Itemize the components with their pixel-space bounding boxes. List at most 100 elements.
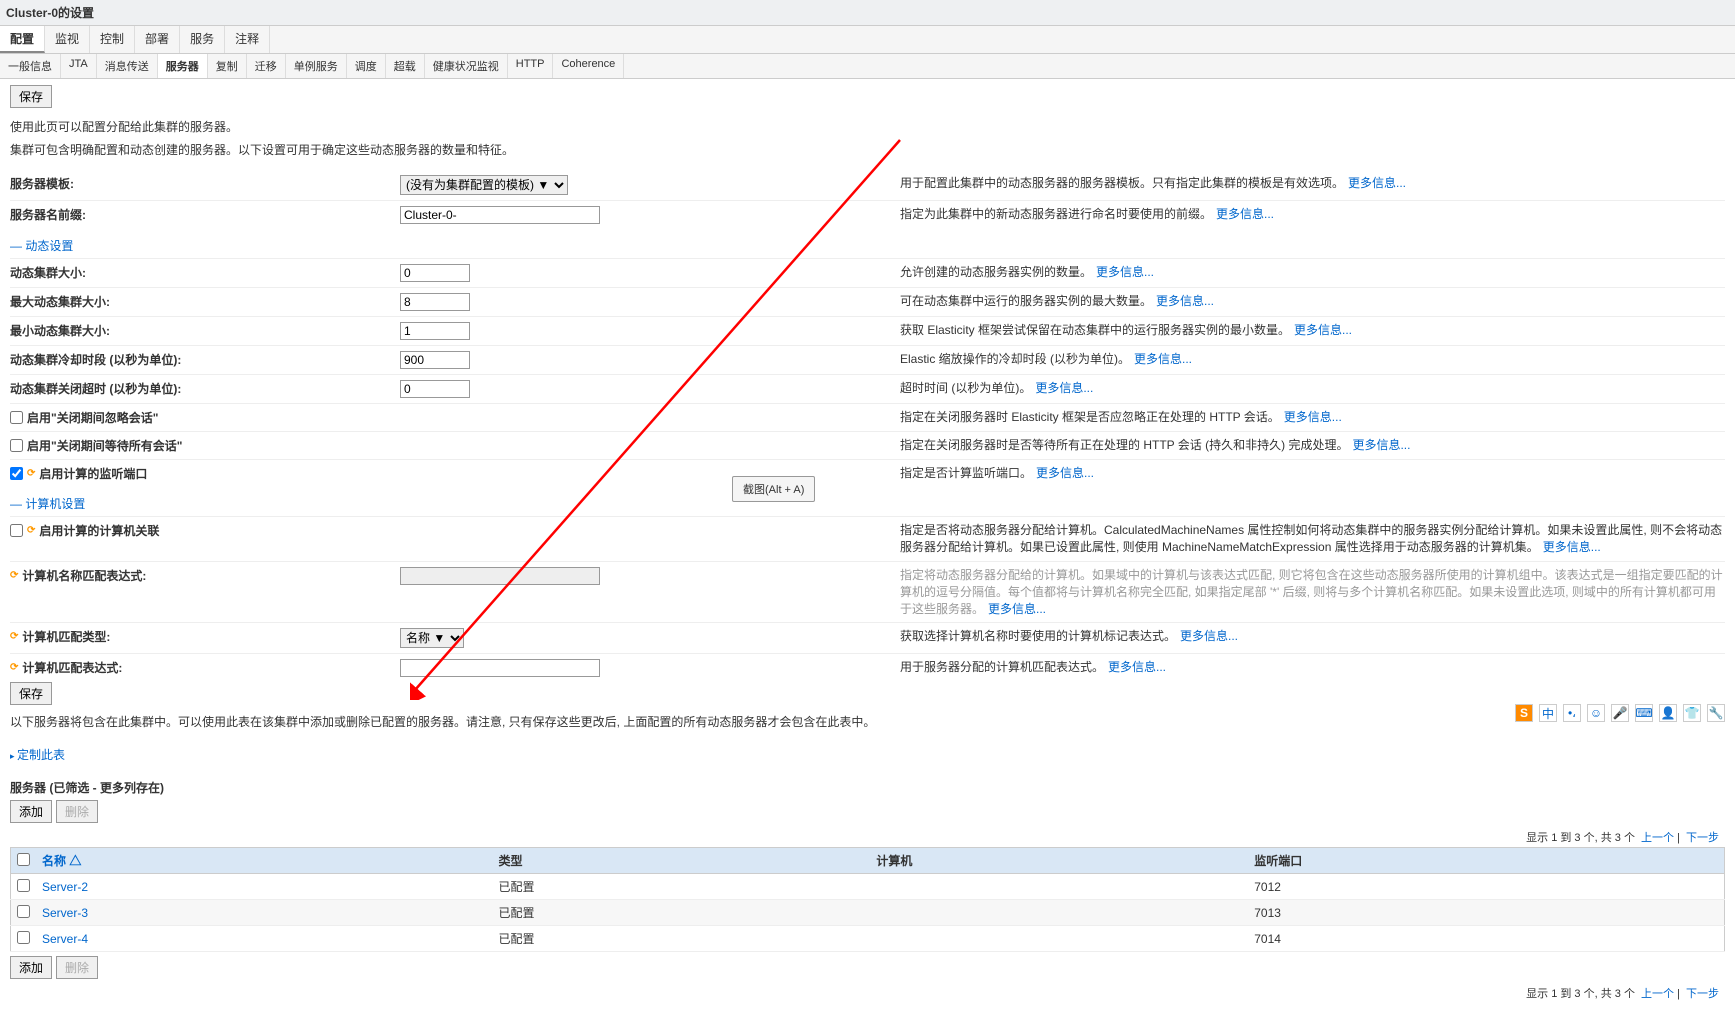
pager-prev[interactable]: 上一个 bbox=[1641, 832, 1674, 844]
note-text: 以下服务器将包含在此集群中。可以使用此表在该集群中添加或删除已配置的服务器。请注… bbox=[10, 713, 1725, 730]
intro-text: 使用此页可以配置分配给此集群的服务器。 集群可包含明确配置和动态创建的服务器。以… bbox=[10, 118, 1725, 160]
servers-table: 名称 △ 类型 计算机 监听端口 Server-2 已配置 7012 Serve… bbox=[10, 847, 1725, 952]
restart-icon: ⟳ bbox=[27, 468, 35, 479]
label-wait-all-sessions: 启用"关闭期间等待所有会话" bbox=[10, 437, 400, 454]
row-checkbox[interactable] bbox=[17, 879, 30, 892]
tab-monitor[interactable]: 监视 bbox=[45, 26, 90, 53]
dyn-max-input[interactable] bbox=[400, 293, 470, 311]
more-link[interactable]: 更多信息... bbox=[1352, 438, 1410, 452]
more-link[interactable]: 更多信息... bbox=[1543, 540, 1601, 554]
more-link[interactable]: 更多信息... bbox=[1216, 207, 1274, 221]
more-link[interactable]: 更多信息... bbox=[1284, 410, 1342, 424]
match-type-select[interactable]: 名称 ▼ bbox=[400, 628, 464, 648]
sub-tabs: 一般信息 JTA 消息传送 服务器 复制 迁移 单例服务 调度 超载 健康状况监… bbox=[0, 54, 1735, 79]
pager-prev[interactable]: 上一个 bbox=[1641, 988, 1674, 1000]
subtab-http[interactable]: HTTP bbox=[508, 54, 554, 78]
subtab-migration[interactable]: 迁移 bbox=[247, 54, 286, 78]
main-tabs: 配置 监视 控制 部署 服务 注释 bbox=[0, 26, 1735, 54]
subtab-replication[interactable]: 复制 bbox=[208, 54, 247, 78]
more-link[interactable]: 更多信息... bbox=[1156, 294, 1214, 308]
tab-services[interactable]: 服务 bbox=[180, 26, 225, 53]
comp-assoc-checkbox[interactable] bbox=[10, 524, 23, 537]
dyn-timeout-input[interactable] bbox=[400, 380, 470, 398]
more-link[interactable]: 更多信息... bbox=[1108, 660, 1166, 674]
subtab-singleton[interactable]: 单例服务 bbox=[286, 54, 347, 78]
more-link[interactable]: 更多信息... bbox=[1096, 265, 1154, 279]
ime-s-icon[interactable]: S bbox=[1515, 704, 1533, 722]
add-button-bottom[interactable]: 添加 bbox=[10, 956, 52, 979]
more-link[interactable]: 更多信息... bbox=[1036, 466, 1094, 480]
more-link[interactable]: 更多信息... bbox=[1348, 176, 1406, 190]
more-link[interactable]: 更多信息... bbox=[1180, 629, 1238, 643]
ime-mic-icon[interactable]: 🎤 bbox=[1611, 704, 1629, 722]
restart-icon: ⟳ bbox=[10, 570, 18, 581]
dyn-cooldown-input[interactable] bbox=[400, 351, 470, 369]
col-machine[interactable]: 计算机 bbox=[870, 848, 1248, 874]
pager-next[interactable]: 下一步 bbox=[1686, 988, 1719, 1000]
subtab-servers[interactable]: 服务器 bbox=[158, 54, 208, 78]
label-dyn-cooldown: 动态集群冷却时段 (以秒为单位): bbox=[10, 351, 400, 368]
ignore-sessions-checkbox[interactable] bbox=[10, 411, 23, 424]
tab-deploy[interactable]: 部署 bbox=[135, 26, 180, 53]
ime-kbd-icon[interactable]: ⌨ bbox=[1635, 704, 1653, 722]
col-type[interactable]: 类型 bbox=[493, 848, 871, 874]
table-row: Server-3 已配置 7013 bbox=[11, 900, 1725, 926]
add-button[interactable]: 添加 bbox=[10, 800, 52, 823]
page-title: Cluster-0的设置 bbox=[0, 0, 1735, 26]
customize-table-link[interactable]: 定制此表 bbox=[10, 746, 65, 763]
server-link[interactable]: Server-2 bbox=[42, 880, 88, 894]
subtab-jta[interactable]: JTA bbox=[61, 54, 97, 78]
subtab-overload[interactable]: 超载 bbox=[386, 54, 425, 78]
ime-toolbar: S 中 •، ☺ 🎤 ⌨ 👤 👕 🔧 bbox=[1513, 702, 1727, 724]
ime-punct-icon[interactable]: •، bbox=[1563, 704, 1581, 722]
label-server-prefix: 服务器名前缀: bbox=[10, 206, 400, 223]
listen-port-checkbox[interactable] bbox=[10, 467, 23, 480]
tab-config[interactable]: 配置 bbox=[0, 26, 45, 53]
select-all-checkbox[interactable] bbox=[17, 853, 30, 866]
subtab-health[interactable]: 健康状况监视 bbox=[425, 54, 508, 78]
pager-top: 显示 1 到 3 个, 共 3 个 上一个 | 下一步 bbox=[10, 827, 1725, 847]
label-server-template: 服务器模板: bbox=[10, 175, 400, 192]
tab-control[interactable]: 控制 bbox=[90, 26, 135, 53]
pager-next[interactable]: 下一步 bbox=[1686, 832, 1719, 844]
ime-tool-icon[interactable]: 🔧 bbox=[1707, 704, 1725, 722]
row-checkbox[interactable] bbox=[17, 905, 30, 918]
save-button-top[interactable]: 保存 bbox=[10, 85, 52, 108]
server-template-select[interactable]: (没有为集群配置的模板) ▼ bbox=[400, 175, 568, 195]
ime-face-icon[interactable]: ☺ bbox=[1587, 704, 1605, 722]
more-link[interactable]: 更多信息... bbox=[1035, 381, 1093, 395]
server-link[interactable]: Server-3 bbox=[42, 906, 88, 920]
match-expr-input[interactable] bbox=[400, 659, 600, 677]
label-ignore-sessions: 启用"关闭期间忽略会话" bbox=[10, 409, 400, 426]
more-link[interactable]: 更多信息... bbox=[1294, 323, 1352, 337]
ime-lang-icon[interactable]: 中 bbox=[1539, 704, 1557, 722]
subtab-messaging[interactable]: 消息传送 bbox=[97, 54, 158, 78]
server-prefix-input[interactable] bbox=[400, 206, 600, 224]
tab-notes[interactable]: 注释 bbox=[225, 26, 270, 53]
legend-computer: 计算机设置 bbox=[10, 495, 1725, 512]
delete-button[interactable]: 删除 bbox=[56, 800, 98, 823]
label-match-type: ⟳计算机匹配类型: bbox=[10, 628, 400, 645]
subtab-general[interactable]: 一般信息 bbox=[0, 54, 61, 78]
save-button-bottom[interactable]: 保存 bbox=[10, 682, 52, 705]
col-port[interactable]: 监听端口 bbox=[1248, 848, 1724, 874]
delete-button-bottom[interactable]: 删除 bbox=[56, 956, 98, 979]
dyn-size-input[interactable] bbox=[400, 264, 470, 282]
restart-icon: ⟳ bbox=[27, 525, 35, 536]
row-checkbox[interactable] bbox=[17, 931, 30, 944]
more-link[interactable]: 更多信息... bbox=[988, 602, 1046, 616]
ime-skin-icon[interactable]: 👕 bbox=[1683, 704, 1701, 722]
table-title: 服务器 (已筛选 - 更多列存在) bbox=[10, 779, 1725, 796]
subtab-coherence[interactable]: Coherence bbox=[553, 54, 624, 78]
label-dyn-max: 最大动态集群大小: bbox=[10, 293, 400, 310]
col-name[interactable]: 名称 △ bbox=[42, 854, 81, 868]
restart-icon: ⟳ bbox=[10, 662, 18, 673]
server-link[interactable]: Server-4 bbox=[42, 932, 88, 946]
more-link[interactable]: 更多信息... bbox=[1134, 352, 1192, 366]
pager-bottom: 显示 1 到 3 个, 共 3 个 上一个 | 下一步 bbox=[10, 983, 1725, 1003]
wait-all-checkbox[interactable] bbox=[10, 439, 23, 452]
ime-user-icon[interactable]: 👤 bbox=[1659, 704, 1677, 722]
screenshot-tooltip: 截图(Alt + A) bbox=[732, 476, 815, 502]
subtab-scheduling[interactable]: 调度 bbox=[347, 54, 386, 78]
dyn-min-input[interactable] bbox=[400, 322, 470, 340]
